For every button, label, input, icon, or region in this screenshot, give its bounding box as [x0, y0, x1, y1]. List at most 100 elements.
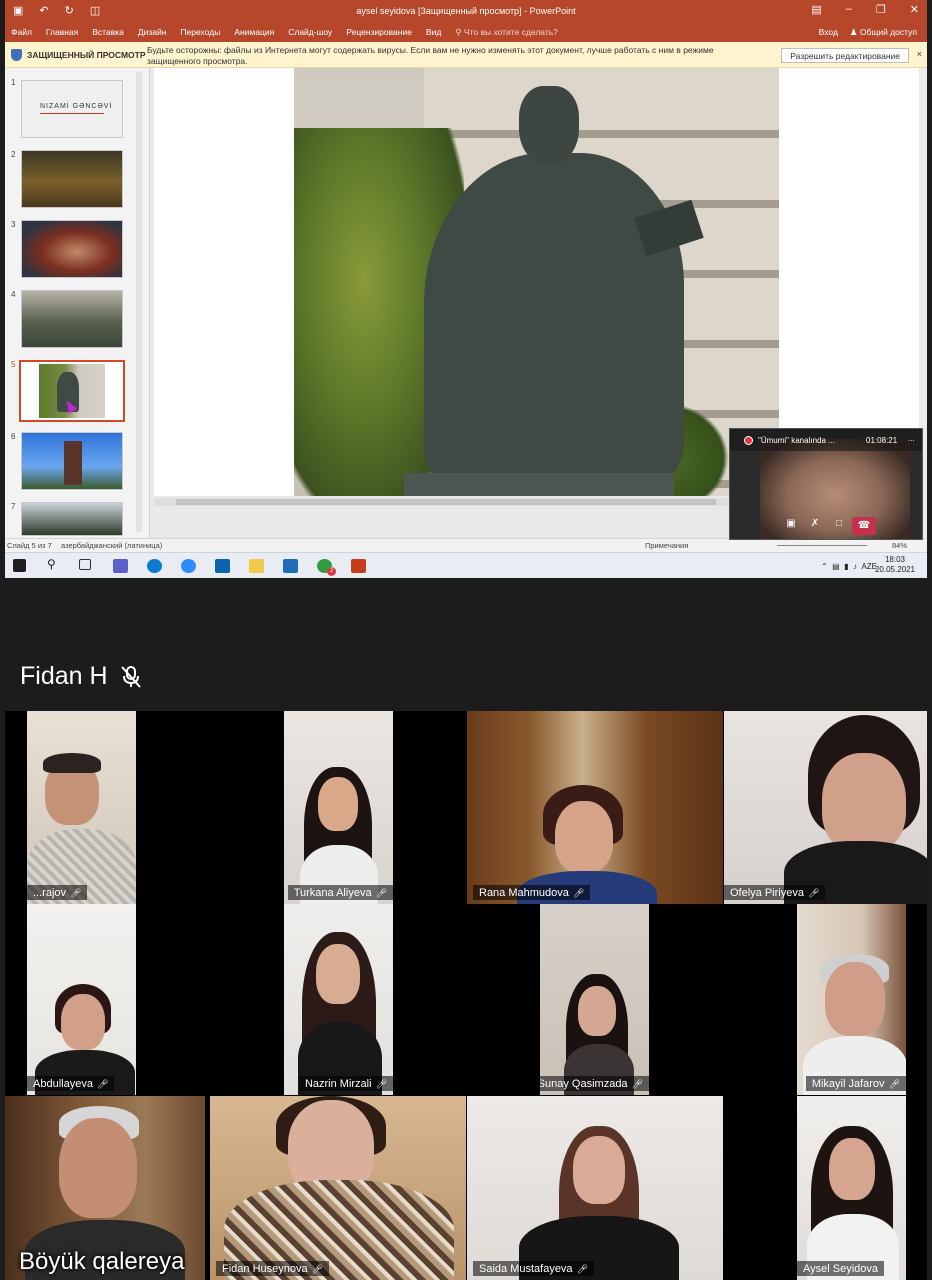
slide-thumbnail-7[interactable] — [21, 502, 123, 536]
clock[interactable]: 18:03 20.05.2021 — [873, 555, 917, 575]
enable-editing-button[interactable]: Разрешить редактирование — [781, 48, 909, 63]
participant-tile[interactable]: Aysel Seyidova — [797, 1096, 906, 1280]
maximize-icon[interactable]: ❐ — [876, 3, 886, 16]
participant-name-tag: Saida Mustafayeva 🎤︎ — [473, 1261, 594, 1276]
participant-tile[interactable]: Mikayil Jafarov 🎤︎ — [797, 904, 906, 1095]
participant-name-tag: ...rajov 🎤︎ — [27, 885, 88, 900]
powerpoint-icon[interactable] — [351, 559, 366, 573]
participant-tile[interactable]: ...rajov 🎤︎ — [27, 711, 136, 904]
zoom-icon[interactable] — [181, 559, 196, 573]
participant-name: ...rajov — [33, 887, 67, 899]
notes-button[interactable]: Примечания — [645, 541, 688, 550]
close-icon[interactable]: × — [917, 49, 922, 59]
participant-face — [61, 994, 105, 1050]
slide-thumbnail-5[interactable] — [19, 360, 125, 422]
shared-screen: ▣ ↶ ↻ ◫ aysel seyidova [Защищенный просм… — [5, 0, 927, 578]
participant-tile[interactable]: Turkana Aliyeva 🎤︎ — [284, 711, 393, 904]
mic-icon: 🎤︎ — [70, 887, 82, 898]
ribbon-display-icon[interactable]: ▤ — [811, 3, 821, 16]
mic-icon: 🎤︎ — [375, 1078, 387, 1089]
share-button[interactable]: ♟ Общий доступ — [850, 27, 917, 38]
slide-indicator: Слайд 5 из 7 — [7, 541, 52, 550]
call-header: "Ümumi" kanalında ... 01:08:21 ... — [730, 429, 922, 451]
ppt-titlebar: ▣ ↶ ↻ ◫ aysel seyidova [Защищенный просм… — [5, 0, 927, 22]
slide-number: 4 — [11, 290, 16, 299]
participant-name-tag: Abdullayeva 🎤︎ — [27, 1076, 115, 1091]
participant-face — [825, 962, 885, 1036]
shield-icon — [11, 49, 22, 61]
language-indicator[interactable]: азербайджанский (латиница) — [61, 541, 162, 550]
close-icon[interactable]: ✕ — [910, 3, 919, 16]
participant-tile[interactable]: Sunay Qasimzada 🎤︎ — [540, 904, 649, 1095]
task-view-icon[interactable] — [79, 559, 91, 570]
participant-tile[interactable]: Abdullayeva 🎤︎ — [27, 904, 136, 1095]
share-screen-icon[interactable]: □ — [830, 518, 848, 532]
mic-off-icon — [120, 665, 141, 688]
tab-file[interactable]: Файл — [11, 27, 32, 38]
participant-tile[interactable]: Nazrin Mirzali 🎤︎ — [284, 904, 393, 1095]
file-explorer-icon[interactable] — [249, 559, 264, 573]
photos-icon[interactable] — [283, 559, 298, 573]
slide-thumbnail-3[interactable] — [21, 220, 123, 278]
participant-name: Saida Mustafayeva — [479, 1263, 573, 1275]
notification-badge: 2 — [327, 567, 336, 576]
chat-icon[interactable]: 2 — [317, 559, 336, 576]
zoom-level[interactable]: 84% — [892, 541, 907, 550]
tab-view[interactable]: Вид — [426, 27, 441, 38]
participant-face — [578, 986, 616, 1036]
recording-dot-icon — [744, 436, 753, 445]
scroll-thumb[interactable] — [176, 499, 716, 505]
tab-insert[interactable]: Вставка — [92, 27, 124, 38]
window-buttons: ▤ – ❐ ✕ — [811, 3, 919, 16]
more-options-icon[interactable]: ... — [908, 434, 915, 443]
edge-icon[interactable] — [147, 559, 162, 573]
participant-tile[interactable]: Ofelya Piriyeva 🎤︎ — [724, 711, 927, 904]
slide-number: 6 — [11, 432, 16, 441]
participant-name: Ofelya Piriyeva — [730, 887, 804, 899]
video-gallery: ...rajov 🎤︎ Turkana Aliyeva 🎤︎ Rana Mahmud… — [5, 711, 927, 1280]
participant-face — [318, 777, 358, 831]
camera-icon[interactable]: ▣ — [782, 518, 800, 532]
participant-name: Sunay Qasimzada — [540, 1078, 628, 1090]
slide-thumbnail-4[interactable] — [21, 290, 123, 348]
slide-thumbnail-2[interactable] — [21, 150, 123, 208]
slide-number: 1 — [11, 78, 16, 87]
statue-photo — [294, 68, 779, 496]
slide-number: 7 — [11, 502, 16, 511]
mic-off-icon[interactable]: ✗ — [806, 518, 824, 532]
tell-me-search[interactable]: ⚲ Что вы хотите сделать? — [455, 27, 558, 38]
chevron-up-icon[interactable]: ⌃ — [821, 562, 828, 571]
windows-start-icon[interactable] — [13, 559, 26, 572]
gallery-view-label[interactable]: Böyük qalereya — [19, 1248, 184, 1276]
participant-tile[interactable]: Fidan Huseynova 🎤︎ — [210, 1096, 466, 1280]
participant-name-tag: Rana Mahmudova 🎤︎ — [473, 885, 591, 900]
slide-number: 3 — [11, 220, 16, 229]
mail-icon[interactable] — [215, 559, 230, 573]
participant-tile[interactable]: Saida Mustafayeva 🎤︎ — [467, 1096, 723, 1280]
participant-tile[interactable]: Rana Mahmudova 🎤︎ — [467, 711, 723, 904]
tab-slideshow[interactable]: Слайд-шоу — [288, 27, 332, 38]
volume-icon[interactable]: ♪ — [853, 562, 857, 571]
tab-review[interactable]: Рецензирование — [346, 27, 412, 38]
teams-icon[interactable] — [113, 559, 128, 573]
minimize-icon[interactable]: – — [846, 3, 852, 16]
slide-thumbnail-6[interactable] — [21, 432, 123, 490]
battery-icon[interactable]: ▮ — [844, 562, 848, 571]
participant-face — [555, 801, 613, 873]
tab-animation[interactable]: Анимация — [234, 27, 274, 38]
slide-thumbnail-1[interactable]: NIZAMİ GƏNCƏVİ — [21, 80, 123, 138]
tab-design[interactable]: Дизайн — [138, 27, 167, 38]
ribbon-tabs: Файл Главная Вставка Дизайн Переходы Ани… — [5, 22, 927, 42]
call-mini-window[interactable]: "Ümumi" kanalında ... 01:08:21 ... ▣ ✗ □… — [729, 428, 923, 540]
zoom-slider[interactable] — [777, 545, 867, 546]
mic-icon: 🎤︎ — [96, 1078, 109, 1089]
network-icon[interactable]: ▤ — [832, 562, 840, 571]
horizontal-scrollbar[interactable] — [154, 498, 734, 506]
tab-transitions[interactable]: Переходы — [180, 27, 220, 38]
thumbnail-scrollbar[interactable] — [136, 72, 142, 532]
hang-up-icon[interactable]: ☎ — [852, 517, 876, 535]
search-icon[interactable]: ⚲ — [47, 557, 62, 571]
participant-hair — [43, 753, 101, 773]
tab-home[interactable]: Главная — [46, 27, 78, 38]
signin-link[interactable]: Вход — [819, 27, 838, 38]
